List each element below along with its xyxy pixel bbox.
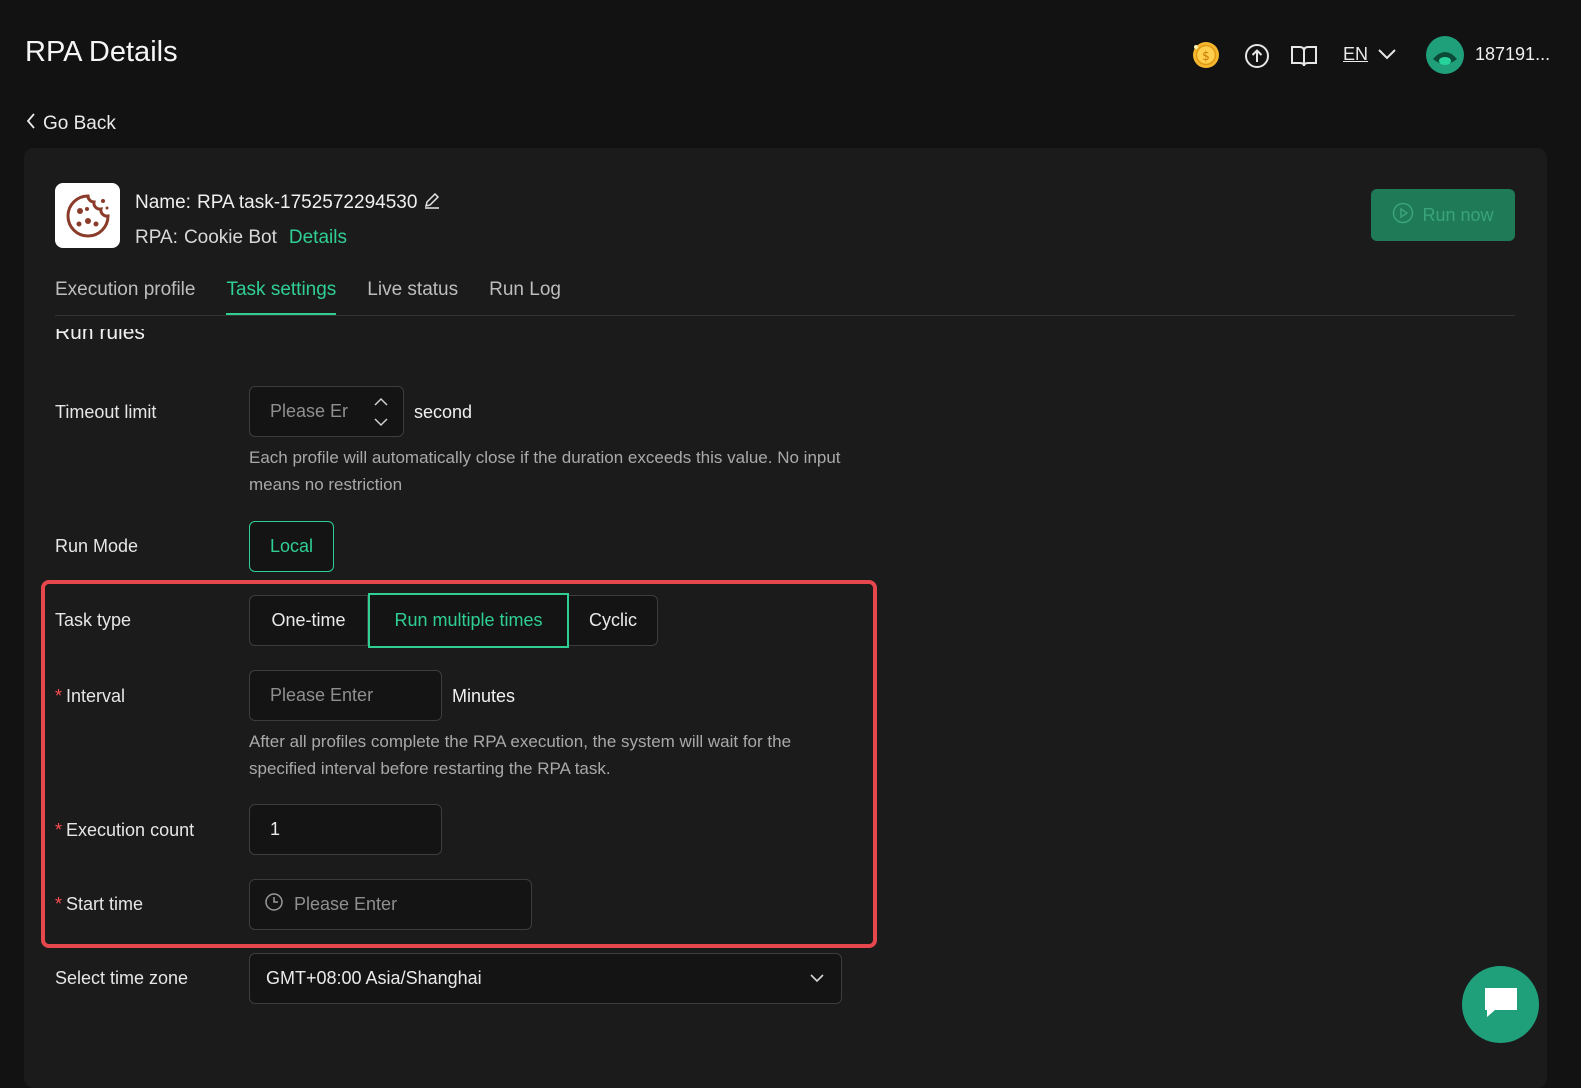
book-icon[interactable] [1289, 42, 1319, 70]
tab-live-status[interactable]: Live status [367, 279, 458, 315]
run-now-button[interactable]: Run now [1371, 189, 1515, 241]
play-icon [1392, 202, 1414, 229]
language-selector[interactable]: EN [1343, 44, 1368, 65]
chat-icon [1481, 984, 1521, 1025]
highlight-box [41, 580, 877, 948]
page-title: RPA Details [25, 36, 178, 68]
rpa-name: Cookie Bot [183, 227, 277, 248]
go-back-label: Go Back [43, 113, 116, 134]
run-mode-local-button[interactable]: Local [249, 521, 334, 572]
task-name: RPA task-1752572294530 [196, 192, 418, 213]
rpa-row: RPA: Cookie Bot Details [135, 227, 347, 249]
chat-button[interactable] [1462, 966, 1539, 1043]
coin-icon[interactable]: $ [1189, 38, 1223, 72]
chevron-down-icon[interactable] [1377, 46, 1397, 62]
time-zone-label: Select time zone [55, 968, 189, 988]
run-now-label: Run now [1422, 204, 1494, 225]
tab-bar: Execution profile Task settings Live sta… [55, 279, 561, 316]
go-back-link[interactable]: Go Back [25, 112, 116, 136]
task-name-row: Name: RPA task-1752572294530 [135, 191, 441, 215]
upload-icon[interactable] [1243, 42, 1271, 70]
stepper-icon[interactable] [372, 393, 390, 431]
tab-execution-profile[interactable]: Execution profile [55, 279, 195, 315]
tab-task-settings[interactable]: Task settings [226, 279, 336, 315]
svg-text:$: $ [1202, 49, 1210, 63]
section-title-text: Run rules [55, 329, 145, 344]
details-link[interactable]: Details [289, 227, 347, 249]
timeout-placeholder: Please Er [270, 401, 349, 421]
time-zone-value: GMT+08:00 Asia/Shanghai [266, 968, 482, 988]
timeout-unit: second [414, 402, 473, 422]
avatar[interactable] [1425, 35, 1465, 75]
tab-run-log[interactable]: Run Log [489, 279, 561, 315]
chevron-left-icon [25, 112, 37, 136]
run-mode-label: Run Mode [55, 536, 139, 556]
tab-divider [55, 315, 1515, 316]
rpa-label: RPA: [135, 227, 178, 248]
chevron-down-icon [809, 968, 825, 989]
time-zone-select[interactable]: GMT+08:00 Asia/Shanghai [249, 953, 842, 1004]
cookie-icon [55, 183, 120, 248]
name-label: Name: [135, 192, 191, 213]
timeout-label: Timeout limit [55, 402, 157, 422]
timeout-hint: Each profile will automatically close if… [249, 448, 841, 494]
edit-icon[interactable] [423, 191, 441, 215]
username[interactable]: 187191... [1475, 44, 1550, 65]
section-title: Run rules [55, 329, 145, 349]
